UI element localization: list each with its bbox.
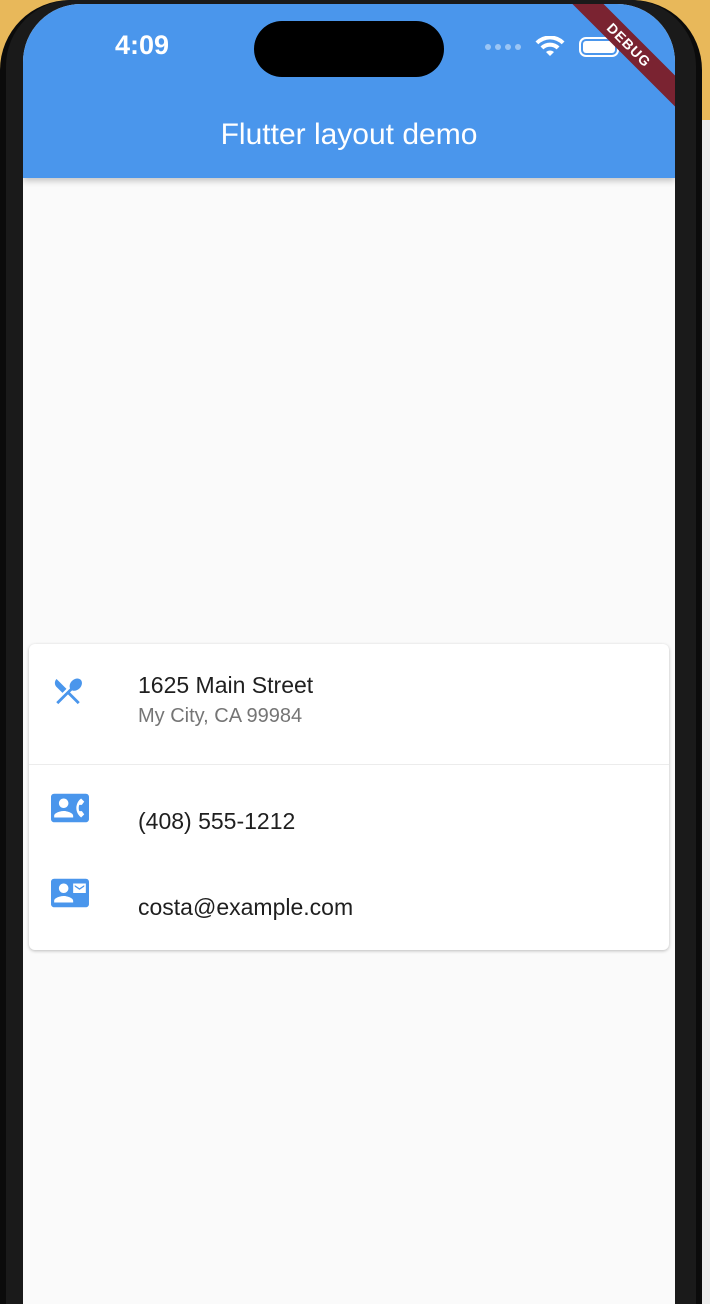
dynamic-island <box>254 21 444 77</box>
address-city: My City, CA 99984 <box>138 705 303 727</box>
status-icons <box>485 36 623 58</box>
address-tile[interactable]: 1625 Main Street My City, CA 99984 <box>29 644 669 764</box>
battery-level <box>583 41 615 53</box>
contact-mail-icon <box>51 878 89 908</box>
status-time: 4:09 <box>115 30 170 60</box>
contact-phone-icon <box>51 793 89 823</box>
contact-card: 1625 Main Street My City, CA 99984 (408)… <box>29 644 669 950</box>
phone-number: (408) 555-1212 <box>138 808 296 834</box>
restaurant-icon <box>54 678 82 705</box>
wifi-icon <box>535 36 565 56</box>
page-title: Flutter layout demo <box>220 118 478 151</box>
app-bar: 4:09 Flutter layout demo DEBUG <box>23 4 675 178</box>
address-street: 1625 Main Street <box>138 672 314 698</box>
phone-frame: 4:09 Flutter layout demo DEBUG 1625 Main… <box>0 0 702 1304</box>
cellular-signal-icon <box>485 44 521 50</box>
email-tile[interactable]: costa@example.com <box>29 854 669 940</box>
phone-screen: 4:09 Flutter layout demo DEBUG 1625 Main… <box>23 4 675 1304</box>
phone-tile[interactable]: (408) 555-1212 <box>29 765 669 851</box>
email-address: costa@example.com <box>138 894 354 920</box>
debug-banner: DEBUG <box>550 4 675 124</box>
